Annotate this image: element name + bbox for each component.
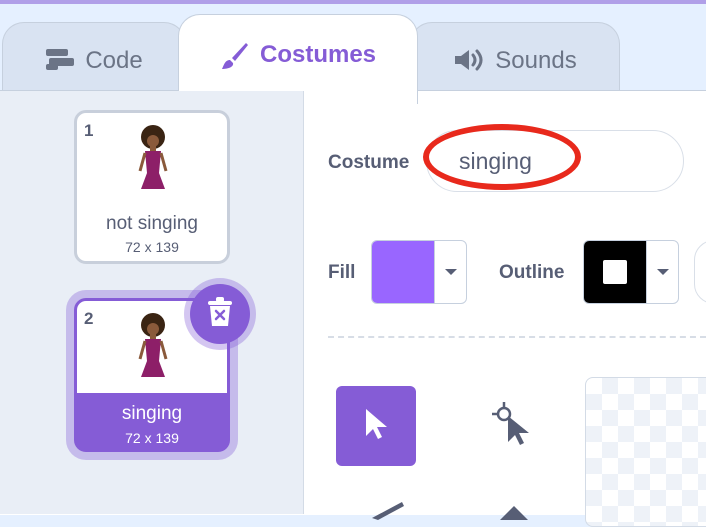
arrow-cursor-icon — [360, 406, 392, 447]
reshape-cursor-icon — [488, 398, 536, 455]
trash-icon — [206, 296, 234, 333]
outline-color-swatch — [584, 241, 646, 303]
code-blocks-icon — [45, 47, 75, 71]
chevron-down-icon — [646, 241, 678, 303]
costume-name-value: singing — [459, 147, 532, 174]
speaker-icon — [453, 47, 485, 73]
chevron-down-icon — [434, 241, 466, 303]
delete-costume-button[interactable] — [190, 284, 250, 344]
toolbar-divider — [328, 336, 706, 338]
reshape-tool-button[interactable] — [472, 386, 552, 466]
fill-color-picker[interactable] — [371, 240, 467, 304]
fill-color-swatch — [372, 241, 434, 303]
brush-tool-button[interactable] — [368, 500, 408, 525]
costume-name-label: Costume — [328, 152, 410, 173]
tab-code-label: Code — [85, 47, 143, 74]
costume-size: 72 x 139 — [125, 239, 179, 255]
eraser-tool-button[interactable] — [496, 500, 532, 525]
fill-label: Fill — [328, 262, 356, 283]
drawing-canvas[interactable] — [585, 377, 706, 527]
tab-sounds-label: Sounds — [495, 47, 577, 74]
costume-thumbnail — [77, 113, 227, 205]
costume-name: not singing — [106, 213, 198, 234]
select-tool-button[interactable] — [336, 386, 416, 466]
tab-costumes-label: Costumes — [259, 41, 377, 68]
costume-number: 2 — [84, 309, 94, 328]
costume-name: singing — [121, 403, 183, 424]
outline-label: Outline — [499, 262, 565, 283]
costume-number: 1 — [84, 121, 94, 140]
paintbrush-icon — [220, 41, 250, 71]
top-accent-bar — [0, 0, 706, 4]
costume-card-not-singing[interactable]: 1 not singing 72 x 139 — [74, 110, 230, 264]
outline-color-picker[interactable] — [583, 240, 679, 304]
costume-name-input[interactable]: singing — [426, 130, 684, 192]
costume-size: 72 x 139 — [125, 430, 179, 446]
